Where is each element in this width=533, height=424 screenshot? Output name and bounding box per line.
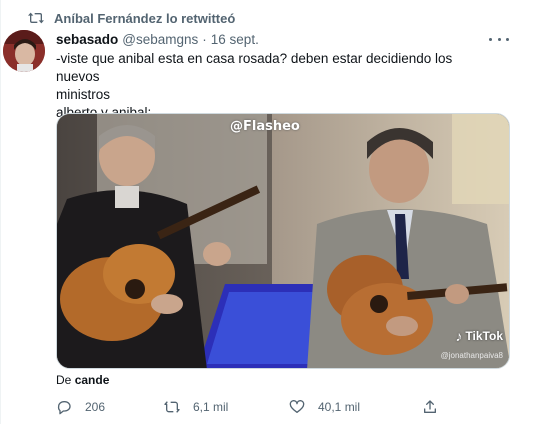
tiktok-label: TikTok	[465, 329, 503, 343]
retweet-banner[interactable]: Aníbal Fernández lo retwitteó	[28, 9, 235, 27]
tweet-actions: 206 6,1 mil 40,1 mil	[56, 397, 456, 417]
heart-icon	[289, 400, 305, 413]
share-icon	[424, 400, 436, 413]
like-count: 40,1 mil	[318, 400, 361, 414]
reply-button[interactable]: 206	[56, 397, 105, 417]
reply-count: 206	[85, 400, 106, 414]
header-separator: ·	[202, 31, 207, 47]
reply-icon	[57, 401, 71, 415]
retweet-icon	[164, 401, 180, 413]
media-source: De cande	[56, 373, 109, 387]
source-prefix: De	[56, 373, 72, 387]
retweet-count: 6,1 mil	[193, 400, 229, 414]
author-handle[interactable]: @sebamgns	[122, 32, 198, 47]
share-button[interactable]	[422, 397, 451, 417]
tweet-date[interactable]: 16 sept.	[211, 32, 259, 47]
tweet-text: -viste que anibal esta en casa rosada? d…	[56, 50, 496, 122]
retweet-banner-text: Aníbal Fernández lo retwitteó	[54, 10, 236, 26]
tiktok-logo: ♪ TikTok	[455, 328, 503, 344]
source-link[interactable]: cande	[75, 373, 110, 387]
video-watermark: @Flasheo	[230, 119, 300, 134]
tweet-text-line: -viste que anibal esta en casa rosada? d…	[56, 51, 453, 84]
like-button[interactable]: 40,1 mil	[289, 397, 360, 417]
avatar[interactable]	[3, 30, 45, 72]
retweet-icon	[28, 12, 44, 24]
video-frame	[57, 114, 509, 368]
tweet-video[interactable]: @Flasheo ♪ TikTok @jonathanpaiva8	[56, 113, 510, 369]
tiktok-icon: ♪	[455, 328, 463, 344]
timeline-border	[0, 0, 1, 424]
more-options-icon[interactable]	[489, 32, 509, 46]
tweet-text-line: ministros	[56, 87, 111, 102]
author-name[interactable]: sebasado	[56, 32, 118, 47]
tweet-header: sebasado @sebamgns · 16 sept.	[56, 30, 503, 48]
retweet-button[interactable]: 6,1 mil	[164, 397, 228, 417]
tiktok-username: @jonathanpaiva8	[440, 351, 503, 360]
